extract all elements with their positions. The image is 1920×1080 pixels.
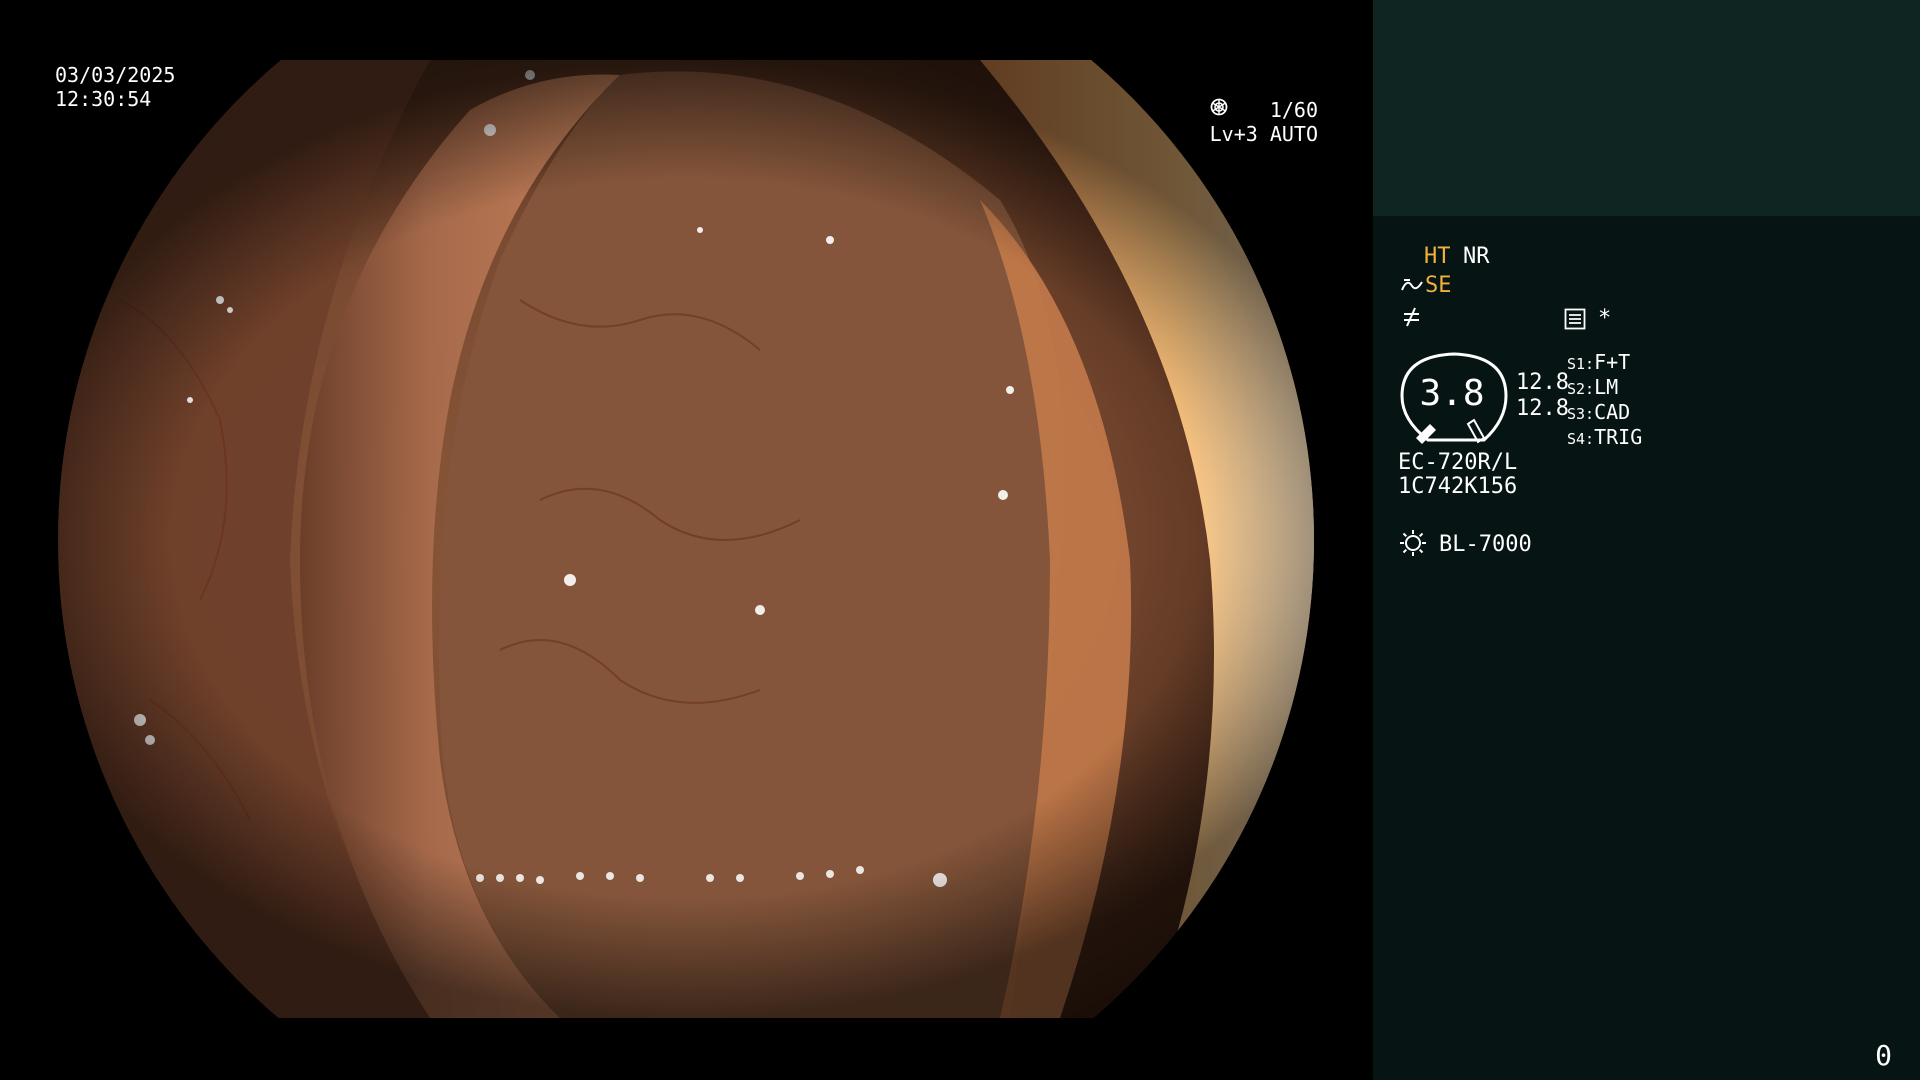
nr-indicator: NR: [1463, 244, 1490, 269]
switch-value: TRIG: [1594, 425, 1643, 449]
gauge-reading-b: 12.8: [1516, 396, 1569, 421]
switch-key: S4:: [1567, 430, 1595, 448]
not-equal-icon: [1404, 307, 1419, 327]
gauge-reading-a: 12.8: [1516, 370, 1569, 395]
se-indicator: SE: [1425, 273, 1452, 298]
serial-number-text: 1C742K156: [1398, 474, 1518, 499]
date-time-readout: 03/03/2025 12:30:54: [55, 63, 175, 111]
switch-2-assignment: S2:LM: [1567, 375, 1618, 401]
time-text: 12:30:54: [55, 87, 152, 111]
light-source-model-text: BL-7000: [1439, 532, 1532, 557]
auto-exposure-icon: [1210, 98, 1227, 116]
star-indicator: *: [1598, 306, 1612, 331]
endoscope-view: 03/03/2025 12:30:54 1/60 Lv+3 AUTO: [0, 0, 1373, 1080]
switch-1-assignment: S1:F+T: [1567, 350, 1630, 376]
info-panel: HT NR SE * 3.8 12.8 12.8 S1:F+T S2:LM S3…: [1373, 216, 1920, 1080]
switch-3-assignment: S3:CAD: [1567, 400, 1630, 426]
lamp-icon: [1400, 530, 1426, 556]
endoscopic-image: [58, 60, 1314, 1018]
gauge-value: 3.8: [1419, 373, 1485, 414]
shutter-speed-text: 1/60: [1269, 98, 1318, 122]
scope-model-text: EC-720R/L: [1398, 450, 1518, 475]
switch-value: LM: [1594, 375, 1619, 399]
info-panel-header: [1373, 0, 1920, 216]
fiber-icon: [1401, 279, 1423, 291]
switch-key: S3:: [1567, 405, 1595, 423]
ht-indicator: HT: [1424, 244, 1451, 269]
brightness-level-text: Lv+3 AUTO: [1209, 122, 1318, 146]
switch-key: S1:: [1567, 355, 1595, 373]
switch-value: CAD: [1594, 400, 1631, 424]
exposure-readout: 1/60 Lv+3 AUTO: [1210, 98, 1318, 146]
menu-icon: [1564, 308, 1586, 330]
switch-4-assignment: S4:TRIG: [1567, 425, 1642, 451]
switch-value: F+T: [1594, 350, 1631, 374]
frame-counter: 0: [1875, 1039, 1892, 1072]
date-text: 03/03/2025: [55, 63, 176, 87]
switch-key: S2:: [1567, 380, 1595, 398]
